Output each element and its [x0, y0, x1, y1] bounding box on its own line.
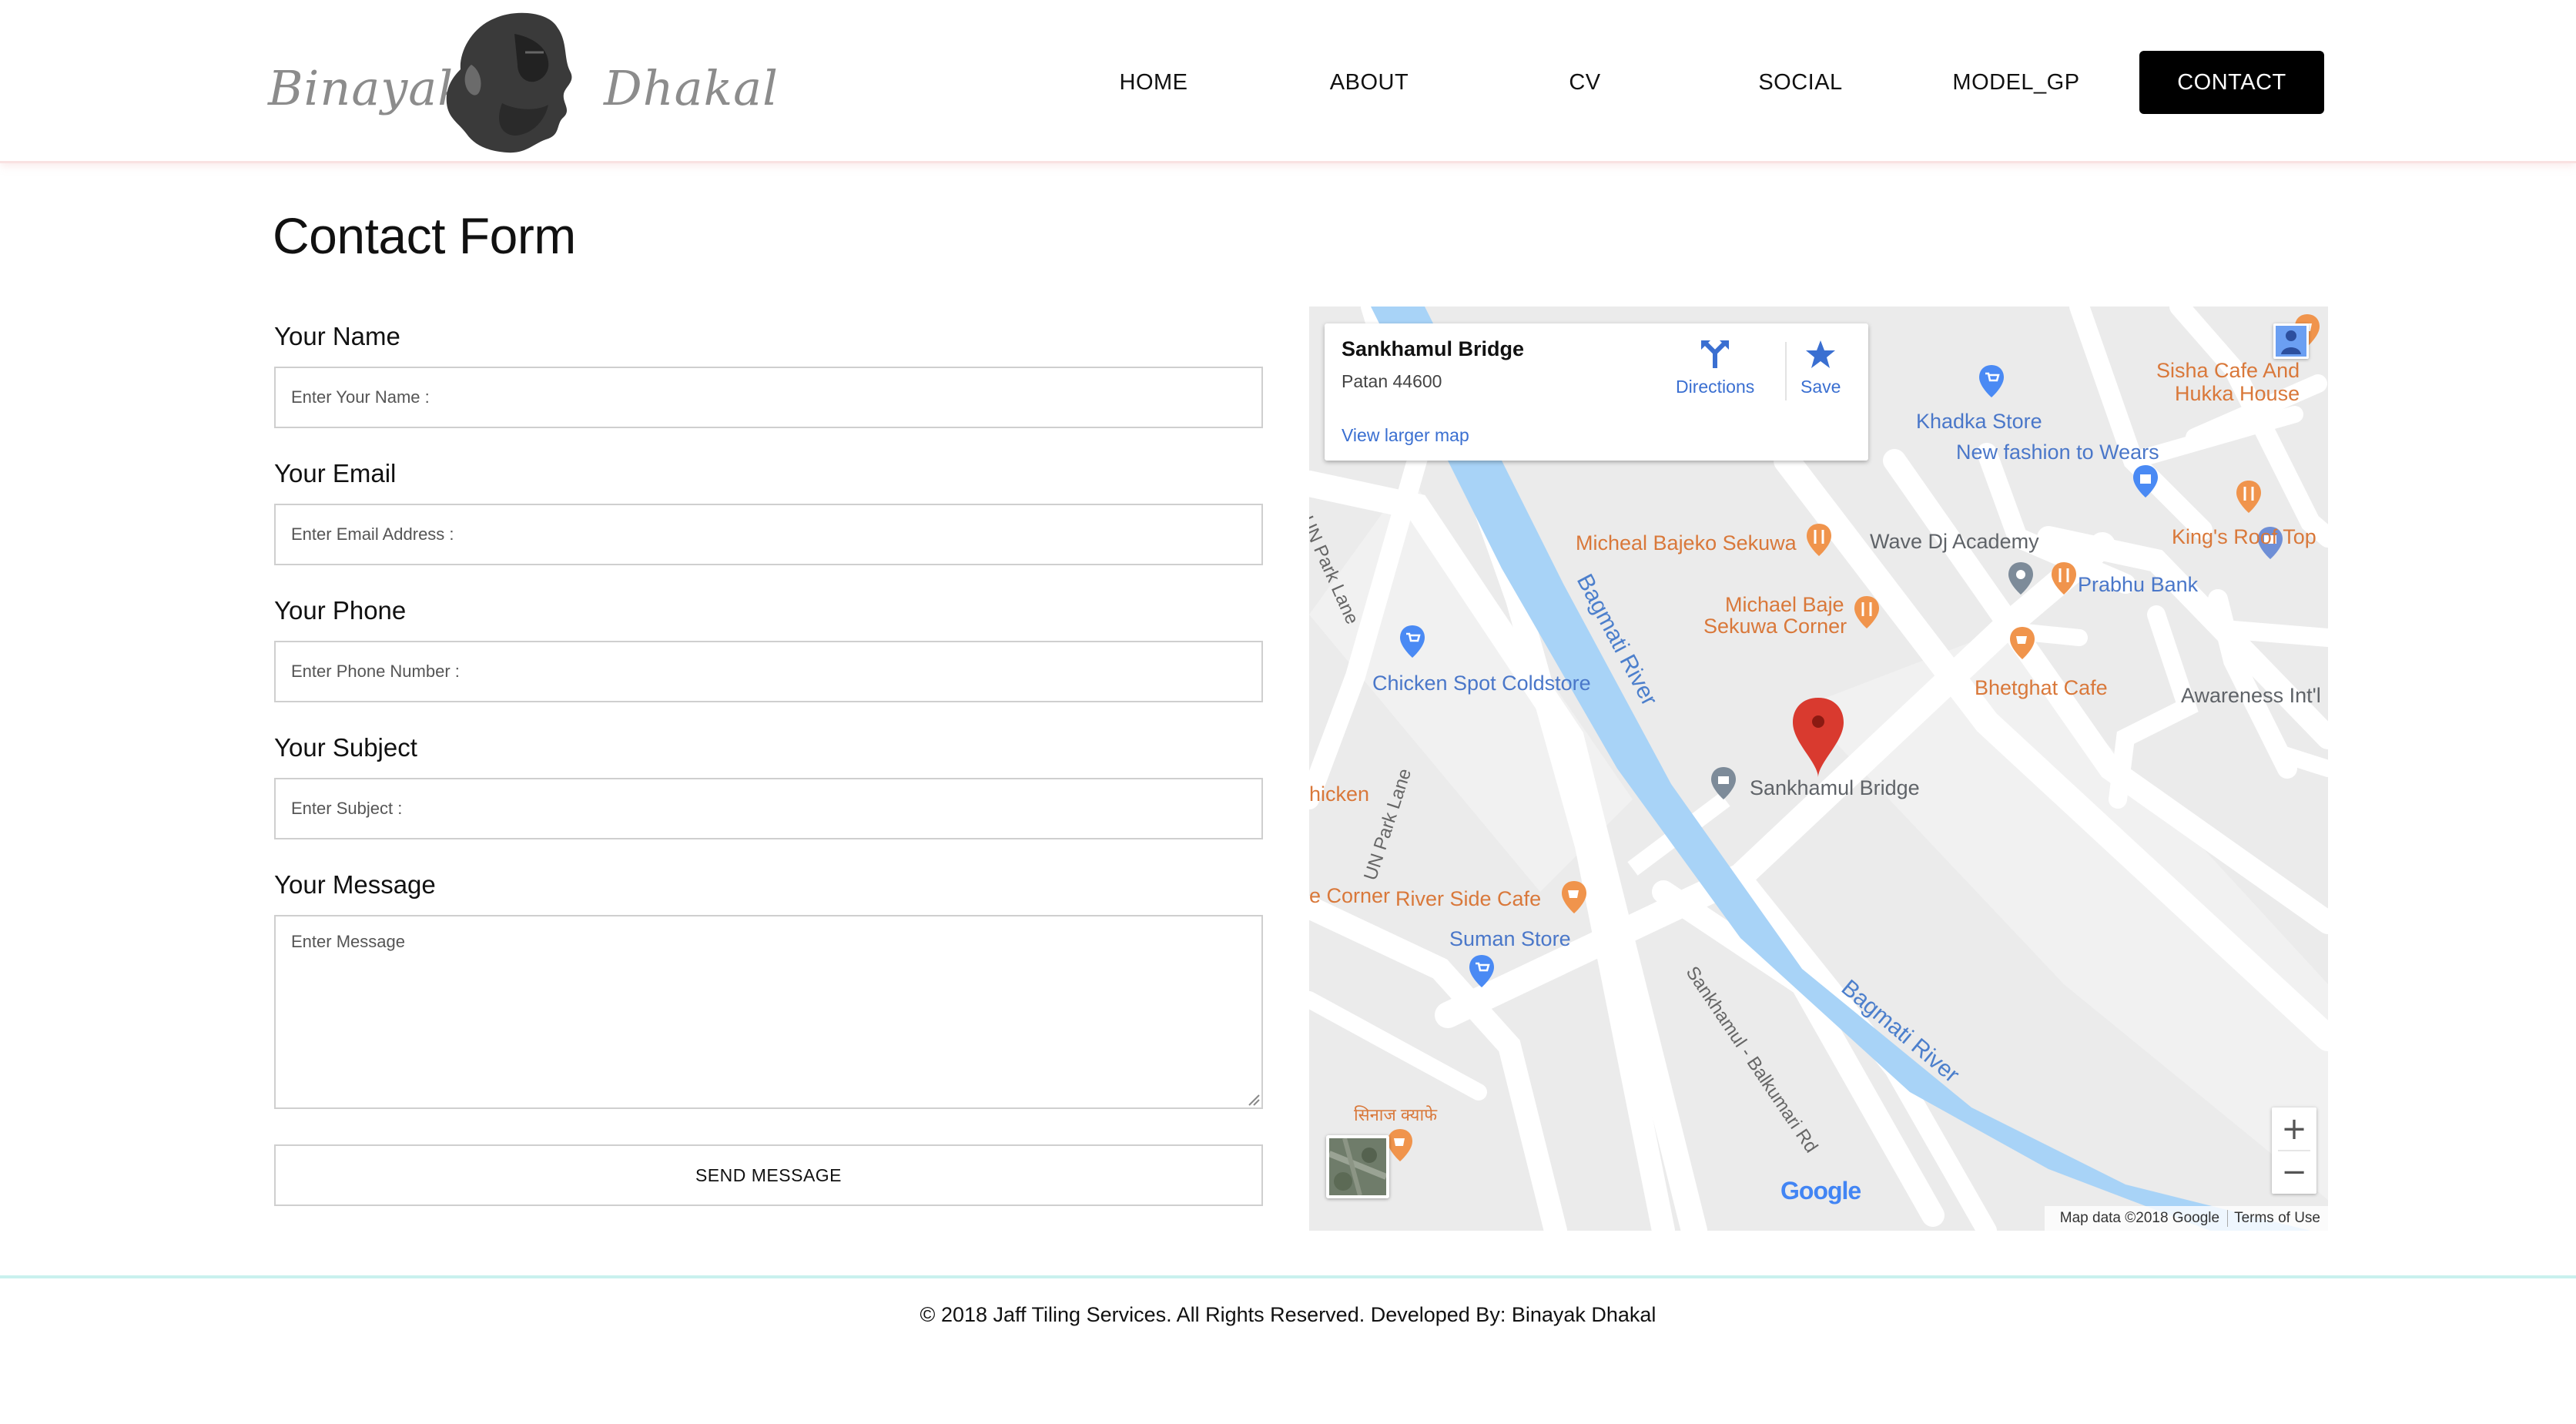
map-label-river-side-cafe: River Side Cafe [1395, 887, 1542, 910]
footer-divider [0, 1275, 2576, 1278]
zoom-controls: + − [2272, 1107, 2316, 1194]
landmark-pin-icon[interactable] [1708, 766, 1739, 801]
zoom-in-button[interactable]: + [2272, 1107, 2316, 1151]
map-label-chicken-spot: Chicken Spot Coldstore [1372, 672, 1591, 695]
cafe-pin-icon[interactable] [1559, 880, 1589, 915]
nav-model-gp[interactable]: MODEL_GP [1927, 51, 2105, 114]
embedded-map[interactable]: Sisha Cafe And Hukka House Khadka Store … [1309, 307, 2328, 1231]
map-label-micheal-bajeko: Micheal Bajeko Sekuwa [1576, 531, 1797, 555]
view-larger-map-link[interactable]: View larger map [1342, 425, 1469, 446]
map-label-sankhamul-bridge: Sankhamul Bridge [1750, 776, 1920, 799]
map-label-bhetghat-cafe: Bhetghat Cafe [1975, 676, 2108, 699]
email-input[interactable] [274, 504, 1263, 565]
message-textarea[interactable] [274, 915, 1263, 1109]
name-input[interactable] [274, 367, 1263, 428]
subject-input[interactable] [274, 778, 1263, 839]
map-label-kings-roof: King's Roof Top [2172, 525, 2316, 548]
star-icon [1806, 340, 1836, 368]
shopping-cart-pin-icon[interactable] [1976, 364, 2007, 399]
map-label-sisha-line1: Sisha Cafe And [2156, 359, 2300, 382]
shopping-cart-pin-icon[interactable] [1466, 953, 1497, 989]
page-title: Contact Form [273, 207, 576, 264]
google-logo: Google [1780, 1177, 1861, 1205]
send-message-button[interactable]: SEND MESSAGE [274, 1144, 1263, 1206]
google-logo-text: Google [1780, 1177, 1861, 1205]
map-label-khadka-store: Khadka Store [1916, 410, 2042, 433]
save-place-button[interactable]: Save [1801, 339, 1841, 397]
map-label-new-fashion: New fashion to Wears [1956, 441, 2159, 464]
map-label-corner: e Corner [1309, 884, 1391, 907]
terms-of-use-link[interactable]: Terms of Use [2234, 1210, 2320, 1226]
map-label-sinaj-cafe: सिनाज क्याफे [1354, 1105, 1438, 1124]
nav-cv[interactable]: CV [1496, 51, 1674, 114]
nav-about[interactable]: ABOUT [1280, 51, 1459, 114]
place-info-card: Sankhamul Bridge Patan 44600 View larger… [1325, 323, 1868, 461]
map-label-sisha-line2: Hukka House [2175, 382, 2300, 405]
restaurant-pin-icon[interactable] [1804, 522, 1834, 558]
main-nav: HOME ABOUT CV SOCIAL MODEL_GP CONTACT [0, 51, 2576, 114]
place-address: Patan 44600 [1342, 371, 1442, 391]
place-title: Sankhamul Bridge [1342, 337, 1525, 360]
zoom-out-button[interactable]: − [2272, 1151, 2316, 1194]
card-divider [1785, 342, 1787, 400]
map-data-credit: Map data ©2018 Google [2059, 1210, 2220, 1226]
email-label: Your Email [274, 459, 397, 488]
satellite-toggle[interactable] [1326, 1135, 1389, 1198]
phone-label: Your Phone [274, 596, 407, 625]
restaurant-pin-icon[interactable] [2048, 561, 2079, 596]
nav-home[interactable]: HOME [1064, 51, 1243, 114]
map-label-suman-store: Suman Store [1449, 927, 1571, 950]
site-header: Binayak Dhakal HOME ABOUT CV SOCIAL MODE… [0, 0, 2576, 163]
nav-social[interactable]: SOCIAL [1711, 51, 1890, 114]
map-label-awareness: Awareness Int'l [2181, 684, 2321, 707]
resize-grip-icon[interactable] [1246, 1092, 1260, 1106]
map-label-hicken: hicken [1309, 782, 1370, 806]
map-label-michael-baje-line2: Sekuwa Corner [1703, 615, 1847, 638]
subject-label: Your Subject [274, 733, 417, 762]
map-label-michael-baje-line1: Michael Baje [1725, 593, 1844, 616]
map-attribution: Map data ©2018 Google Terms of Use [1309, 1206, 2328, 1231]
shopping-bag-pin-icon[interactable] [2130, 464, 2161, 499]
location-pin-icon[interactable] [2005, 561, 2036, 596]
shopping-cart-pin-icon[interactable] [1397, 624, 1428, 659]
cafe-pin-icon[interactable] [1385, 1127, 1415, 1163]
pegman-icon [2276, 326, 2306, 357]
restaurant-pin-icon[interactable] [2233, 479, 2264, 514]
footer-copyright: © 2018 Jaff Tiling Services. All Rights … [920, 1303, 1656, 1326]
map-label-prabhu-bank: Prabhu Bank [2078, 573, 2199, 596]
nav-contact[interactable]: CONTACT [2139, 51, 2324, 114]
satellite-thumbnail-icon [1329, 1138, 1386, 1195]
name-label: Your Name [274, 322, 400, 350]
directions-button[interactable]: Directions [1676, 339, 1754, 397]
directions-label: Directions [1676, 377, 1755, 397]
directions-icon [1701, 340, 1730, 368]
phone-input[interactable] [274, 641, 1263, 702]
map-label-wave-dj: Wave Dj Academy [1870, 530, 2039, 553]
message-label: Your Message [274, 870, 436, 899]
cafe-pin-icon[interactable] [2007, 625, 2038, 661]
street-view-pegman[interactable] [2273, 323, 2309, 359]
restaurant-pin-icon[interactable] [1851, 595, 1882, 630]
save-label: Save [1801, 377, 1841, 397]
